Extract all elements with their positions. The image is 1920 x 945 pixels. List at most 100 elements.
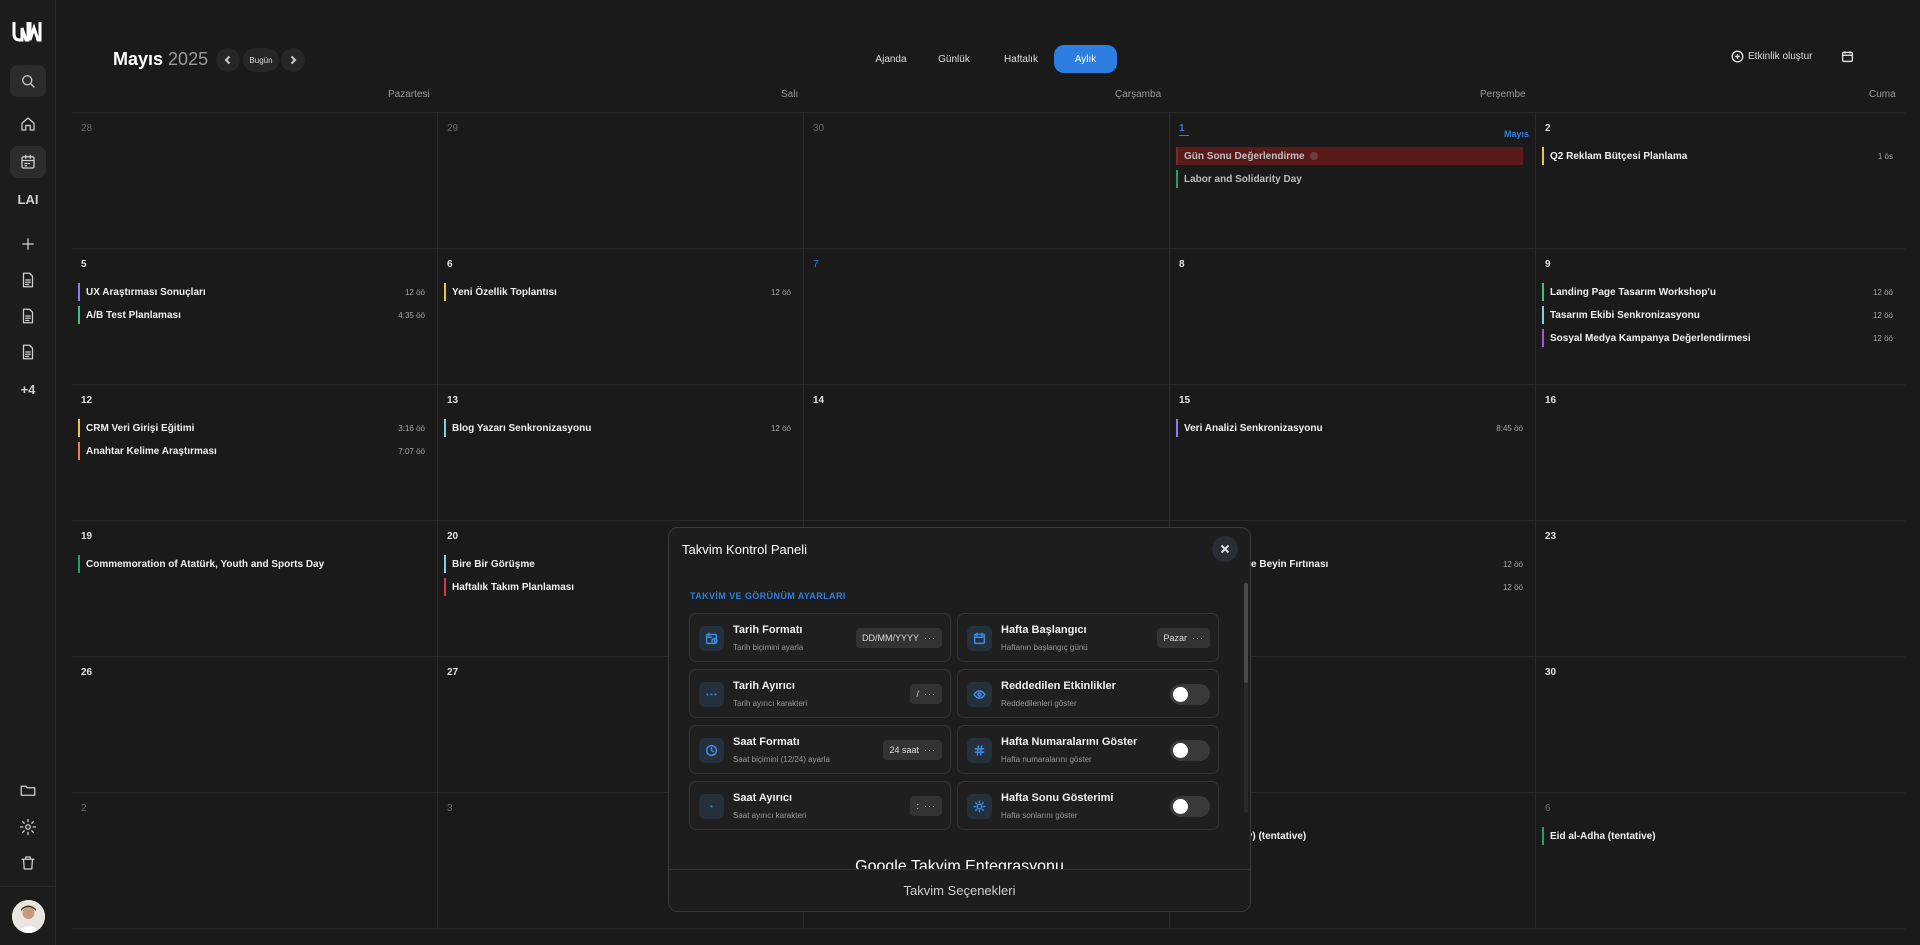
tab-weekly[interactable]: Haftalık — [993, 45, 1049, 73]
day-cell[interactable]: 30 — [804, 113, 1170, 249]
calendar-options-button[interactable]: Takvim Seçenekleri — [669, 869, 1250, 911]
day-number[interactable]: 2 — [81, 803, 87, 814]
settings-button[interactable] — [10, 811, 46, 843]
home-button[interactable] — [10, 108, 46, 140]
ai-button[interactable]: LAI — [10, 183, 46, 215]
day-number[interactable]: 6 — [1545, 803, 1551, 814]
tab-agenda[interactable]: Ajanda — [866, 45, 916, 73]
setting-card[interactable]: Hafta Başlangıcı Haftanın başlangıç günü P… — [957, 613, 1219, 662]
document-button-2[interactable] — [10, 300, 46, 332]
setting-toggle[interactable] — [1170, 740, 1210, 761]
setting-card[interactable]: Reddedilen Etkinlikler Reddedilenleri gös… — [957, 669, 1219, 718]
day-cell[interactable]: 2 Q2 Reklam Bütçesi Planlama 1 ös — [1536, 113, 1905, 249]
day-cell[interactable]: 6 Yeni Özellik Toplantısı 12 öö — [438, 249, 804, 385]
calendar-event[interactable]: UX Araştırması Sonuçları 12 öö — [78, 283, 425, 301]
day-number[interactable]: 2 — [1545, 123, 1551, 134]
day-cell[interactable]: 12 CRM Veri Girişi Eğitimi 3:16 öö Anahtar … — [72, 385, 438, 521]
setting-value-dropdown[interactable]: : ··· — [910, 796, 942, 816]
setting-toggle[interactable] — [1170, 684, 1210, 705]
close-button[interactable] — [1212, 536, 1238, 562]
add-button[interactable] — [10, 228, 46, 260]
day-cell[interactable]: 2 — [72, 793, 438, 929]
calendar-event[interactable]: CRM Veri Girişi Eğitimi 3:16 öö — [78, 419, 425, 437]
setting-card[interactable]: Tarih Ayırıcı Tarih ayırıcı karakteri / ··· — [689, 669, 951, 718]
calendar-event[interactable]: Blog Yazarı Senkronizasyonu 12 öö — [444, 419, 791, 437]
avatar[interactable] — [12, 900, 45, 933]
day-number[interactable]: 13 — [447, 395, 458, 406]
day-cell[interactable]: 9 Landing Page Tasarım Workshop'u 12 öö Tas… — [1536, 249, 1905, 385]
day-number[interactable]: 1 — [1179, 123, 1189, 136]
calendar-event[interactable]: Landing Page Tasarım Workshop'u 12 öö — [1542, 283, 1893, 301]
calendar-event[interactable]: Commemoration of Atatürk, Youth and Spor… — [78, 555, 425, 573]
day-cell[interactable]: 16 — [1536, 385, 1905, 521]
more-button[interactable]: +4 — [10, 373, 46, 405]
day-number[interactable]: 5 — [81, 259, 87, 270]
day-number[interactable]: 8 — [1179, 259, 1185, 270]
tab-monthly[interactable]: Aylık — [1054, 45, 1117, 73]
setting-card[interactable]: Hafta Sonu Gösterimi Hafta sonlarını göst… — [957, 781, 1219, 830]
create-event-button[interactable]: Etkinlik oluştur — [1731, 50, 1812, 63]
day-number[interactable]: 19 — [81, 531, 92, 542]
document-button-3[interactable] — [10, 336, 46, 368]
calendar-event[interactable]: Sosyal Medya Kampanya Değerlendirmesi 12 … — [1542, 329, 1893, 347]
day-cell[interactable]: 8 — [1170, 249, 1536, 385]
day-number[interactable]: 30 — [1545, 667, 1556, 678]
day-number[interactable]: 12 — [81, 395, 92, 406]
day-number[interactable]: 28 — [81, 123, 92, 134]
search-button[interactable] — [10, 65, 46, 97]
day-number[interactable]: 20 — [447, 531, 458, 542]
calendar-event[interactable]: Labor and Solidarity Day — [1176, 170, 1523, 188]
document-button-1[interactable] — [10, 264, 46, 296]
day-number[interactable]: 7 — [813, 259, 819, 270]
day-number[interactable]: 27 — [447, 667, 458, 678]
calendar-event[interactable]: Q2 Reklam Bütçesi Planlama 1 ös — [1542, 147, 1893, 165]
tab-daily[interactable]: Günlük — [929, 45, 979, 73]
day-cell[interactable]: 13 Blog Yazarı Senkronizasyonu 12 öö — [438, 385, 804, 521]
day-cell[interactable]: 29 — [438, 113, 804, 249]
calendar-event[interactable]: Tasarım Ekibi Senkronizasyonu 12 öö — [1542, 306, 1893, 324]
calendar-event[interactable]: Anahtar Kelime Araştırması 7:07 öö — [78, 442, 425, 460]
setting-card[interactable]: Tarih Formatı Tarih biçimini ayarla DD/MM/… — [689, 613, 951, 662]
setting-value-dropdown[interactable]: 24 saat ··· — [883, 740, 942, 760]
calendar-event[interactable]: Veri Analizi Senkronizasyonu 8:45 öö — [1176, 419, 1523, 437]
day-number[interactable]: 29 — [447, 123, 458, 134]
day-cell[interactable]: 7 — [804, 249, 1170, 385]
setting-card[interactable]: Saat Formatı Saat biçimini (12/24) ayarla… — [689, 725, 951, 774]
day-cell[interactable]: 23 — [1536, 521, 1905, 657]
trash-button[interactable] — [10, 847, 46, 879]
day-number[interactable]: 6 — [447, 259, 453, 270]
setting-card[interactable]: Saat Ayırıcı Saat ayırıcı karakteri: ··· — [689, 781, 951, 830]
calendar-event[interactable]: Eid al-Adha (tentative) — [1542, 827, 1893, 845]
calendar-event[interactable]: A/B Test Planlaması 4:35 öö — [78, 306, 425, 324]
calendar-event[interactable]: Yeni Özellik Toplantısı 12 öö — [444, 283, 791, 301]
day-cell[interactable]: 1 Mayıs Gün Sonu Değerlendirme Labor and So… — [1170, 113, 1536, 249]
setting-card[interactable]: Hafta Numaralarını Göster Hafta numaralar… — [957, 725, 1219, 774]
day-number[interactable]: 9 — [1545, 259, 1551, 270]
day-cell[interactable]: 19 Commemoration of Atatürk, Youth and Sp… — [72, 521, 438, 657]
logo[interactable] — [12, 20, 44, 44]
setting-value-dropdown[interactable]: Pazar ··· — [1157, 628, 1210, 648]
setting-value-dropdown[interactable]: DD/MM/YYYY ··· — [855, 628, 942, 648]
modal-scrollbar[interactable] — [1244, 583, 1248, 813]
calendar-picker-button[interactable] — [1841, 50, 1854, 68]
day-number[interactable]: 23 — [1545, 531, 1556, 542]
day-cell[interactable]: 14 — [804, 385, 1170, 521]
day-number[interactable]: 14 — [813, 395, 824, 406]
day-number[interactable]: 26 — [81, 667, 92, 678]
setting-value-dropdown[interactable]: / ··· — [910, 684, 942, 704]
folder-button[interactable] — [10, 774, 46, 806]
day-cell[interactable]: 26 — [72, 657, 438, 793]
day-cell[interactable]: 6 Eid al-Adha (tentative) — [1536, 793, 1905, 929]
day-cell[interactable]: 30 — [1536, 657, 1905, 793]
day-cell[interactable]: 15 Veri Analizi Senkronizasyonu 8:45 öö — [1170, 385, 1536, 521]
day-number[interactable]: 3 — [447, 803, 453, 814]
calendar-nav-button[interactable] — [10, 146, 46, 178]
day-cell[interactable]: 28 — [72, 113, 438, 249]
setting-toggle[interactable] — [1170, 796, 1210, 817]
next-month-button[interactable] — [281, 48, 305, 72]
prev-month-button[interactable] — [216, 48, 240, 72]
day-cell[interactable]: 5 UX Araştırması Sonuçları 12 öö A/B Test P… — [72, 249, 438, 385]
day-number[interactable]: 15 — [1179, 395, 1190, 406]
today-button[interactable]: Bugün — [243, 48, 279, 72]
calendar-event[interactable]: Gün Sonu Değerlendirme — [1176, 147, 1523, 165]
